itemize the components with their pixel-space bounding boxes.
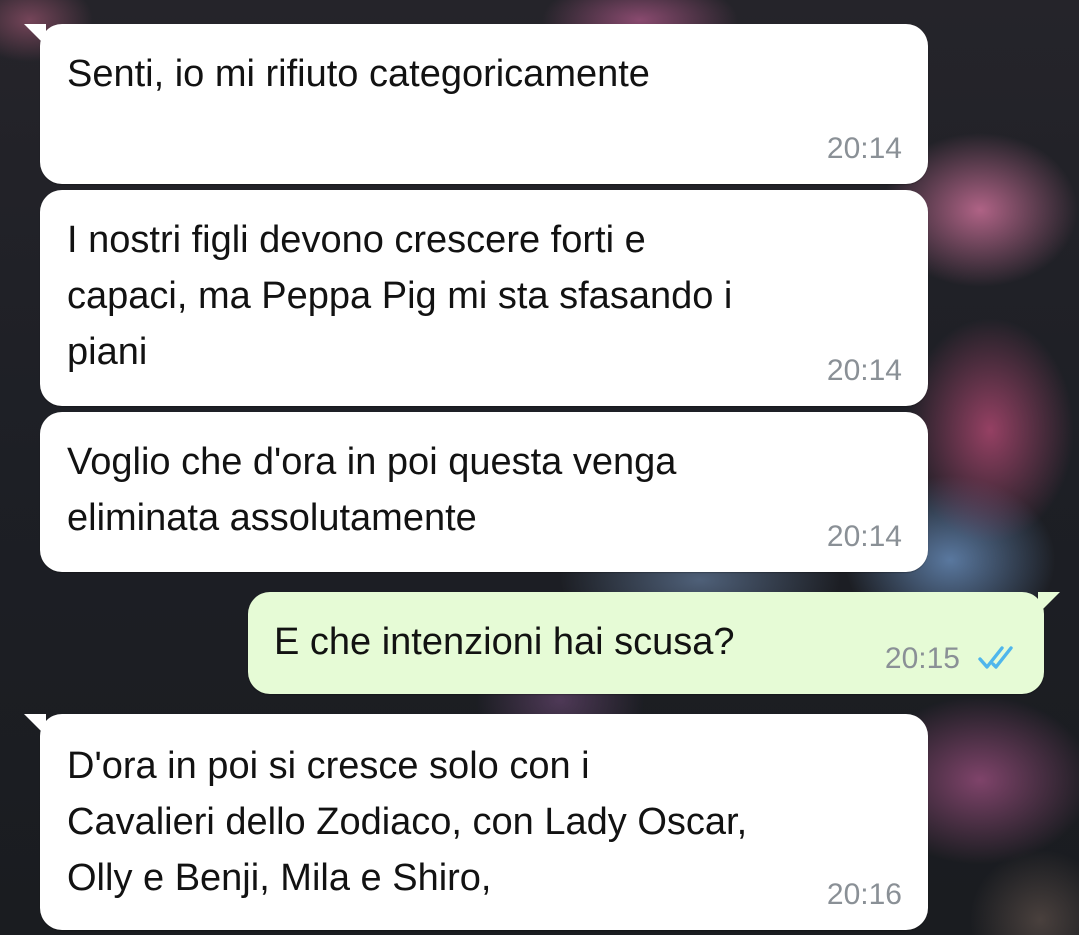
message-bubble-incoming[interactable]: D'ora in poi si cresce solo con i Cavali… <box>24 714 928 930</box>
message-bubble-outgoing[interactable]: E che intenzioni hai scusa? 20:15 <box>248 592 1060 694</box>
message-timestamp: 20:14 <box>826 354 902 387</box>
message-text: Senti, io mi rifiuto categoricamente <box>67 53 650 95</box>
message-timestamp: 20:16 <box>826 878 902 911</box>
message-text: Voglio che d'ora in poi questa venga eli… <box>67 441 677 539</box>
message-text: D'ora in poi si cresce solo con i Cavali… <box>67 745 748 899</box>
message-timestamp: 20:14 <box>826 132 902 165</box>
message-bubble-incoming[interactable]: Senti, io mi rifiuto categoricamente 20:… <box>24 24 928 184</box>
double-check-icon <box>978 646 1013 669</box>
message-text: I nostri figli devono crescere forti e c… <box>67 219 733 373</box>
message-bubble-incoming[interactable]: I nostri figli devono crescere forti e c… <box>40 190 928 406</box>
message-timestamp: 20:14 <box>826 520 902 553</box>
message-timestamp: 20:15 <box>884 642 960 675</box>
message-bubble-incoming[interactable]: Voglio che d'ora in poi questa venga eli… <box>40 412 928 572</box>
bubble-tail <box>24 24 46 46</box>
bubble-tail <box>1038 592 1060 614</box>
bubble-tail <box>24 714 46 736</box>
